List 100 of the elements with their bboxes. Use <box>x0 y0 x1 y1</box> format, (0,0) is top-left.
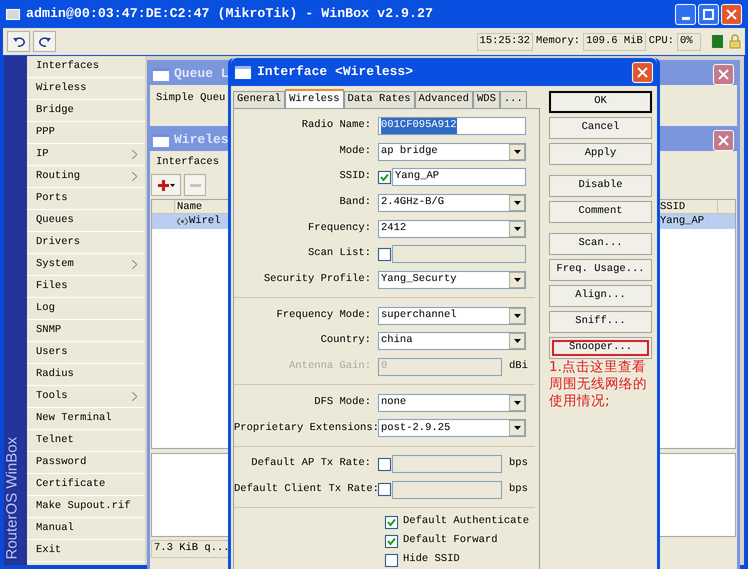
checkbox[interactable] <box>385 554 398 567</box>
dialog-button[interactable]: Freq. Usage... <box>549 259 652 281</box>
dropdown-arrow-button[interactable] <box>509 333 525 350</box>
dialog-button[interactable]: OK <box>549 91 652 113</box>
caret-icon <box>514 200 520 205</box>
field-label: Antenna Gain: <box>288 359 372 374</box>
status-indicator <box>712 35 723 48</box>
caret-icon <box>514 226 520 231</box>
dropdown-field[interactable]: china <box>378 332 526 350</box>
lock-icon <box>729 34 741 49</box>
dialog-button[interactable]: Comment <box>549 201 652 223</box>
tab[interactable]: WDS <box>472 91 500 108</box>
text-field[interactable]: Yang_AP <box>392 168 526 186</box>
text-field[interactable]: 001CF095A912 <box>378 116 526 135</box>
dialog-button[interactable]: Scan... <box>549 233 652 255</box>
close-button[interactable] <box>713 64 734 84</box>
window-title: Queue L <box>174 65 229 84</box>
dialog-button[interactable]: Sniff... <box>549 311 652 333</box>
dropdown-arrow-button[interactable] <box>509 420 525 436</box>
minus-icon <box>190 184 200 186</box>
dropdown-field[interactable]: 2.4GHz-B/G <box>378 194 526 212</box>
field-label: Proprietary Extensions: <box>234 420 378 436</box>
dropdown-arrow-button[interactable] <box>509 220 525 237</box>
checkbox-label: Default Forward <box>403 533 498 548</box>
field-label: Default AP Tx Rate: <box>250 456 372 472</box>
tab[interactable]: Simple Queu <box>154 91 228 107</box>
annotation-text: 1.点击这里查看周围无线网络的使用情况; <box>549 359 648 410</box>
dialog-button[interactable]: Align... <box>549 285 652 307</box>
tab[interactable]: Advanced <box>414 91 473 108</box>
plus-icon <box>158 180 168 190</box>
dialog-button[interactable]: Disable <box>549 175 652 197</box>
window-icon <box>153 134 169 146</box>
text-field[interactable] <box>392 480 502 499</box>
undo-icon <box>12 36 24 46</box>
tab[interactable]: Wireless <box>285 89 344 108</box>
dropdown-arrow-button[interactable] <box>509 272 525 288</box>
dropdown-arrow-button[interactable] <box>509 308 525 324</box>
field-label: Country: <box>320 333 372 348</box>
dropdown-field[interactable]: Yang_Securty <box>378 270 526 289</box>
maximize-button[interactable] <box>698 4 719 24</box>
checkbox-label: Hide SSID <box>403 552 460 568</box>
dialog-button[interactable]: Cancel <box>549 117 652 139</box>
caret-icon <box>514 426 520 430</box>
dialog-button[interactable]: Apply <box>549 143 652 165</box>
tab[interactable]: ... <box>500 91 527 108</box>
memory-label: Memory: <box>536 34 580 49</box>
unit-label: bps <box>509 456 528 472</box>
dropdown-arrow-button[interactable] <box>509 144 525 160</box>
checkbox[interactable] <box>378 458 391 471</box>
tab[interactable]: General <box>233 91 286 108</box>
checkbox[interactable] <box>385 516 398 529</box>
table-cell-text: Wirel <box>189 214 221 229</box>
window-title: Interface <Wireless> <box>257 63 414 82</box>
cpu-display: 0% <box>677 32 701 50</box>
field-label: Frequency Mode: <box>275 308 372 323</box>
caret-icon <box>514 339 520 344</box>
undo-button[interactable] <box>7 31 30 52</box>
window-title: Wireles <box>174 131 229 150</box>
close-icon <box>637 66 648 78</box>
caret-icon <box>170 184 174 186</box>
close-button[interactable] <box>713 130 734 150</box>
redo-button[interactable] <box>33 31 56 52</box>
add-button[interactable] <box>151 174 181 196</box>
field-label: Scan List: <box>306 246 372 262</box>
checkbox[interactable] <box>378 248 391 261</box>
dropdown-field[interactable]: ap bridge <box>378 142 526 161</box>
dialog-button[interactable]: Snooper... <box>549 337 652 359</box>
unit-label: dBi <box>509 359 528 374</box>
checkbox[interactable] <box>378 170 391 184</box>
close-icon <box>718 68 729 80</box>
dropdown-field[interactable]: superchannel <box>378 306 526 325</box>
clock-display: 15:25:32 <box>476 32 533 50</box>
close-button[interactable] <box>632 62 653 82</box>
field-label: Radio Name: <box>300 118 372 133</box>
app-icon <box>6 8 20 20</box>
unit-label: bps <box>509 482 528 497</box>
minimize-button[interactable] <box>675 4 696 24</box>
redo-icon <box>38 36 50 46</box>
dropdown-field[interactable]: post-2.9.25 <box>378 419 526 438</box>
cpu-label: CPU: <box>648 34 674 49</box>
dropdown-field[interactable]: 2412 <box>378 220 526 238</box>
maximize-icon <box>703 8 714 20</box>
checkbox[interactable] <box>378 483 391 496</box>
text-field[interactable] <box>392 245 526 264</box>
tab[interactable]: Data Rates <box>344 91 415 108</box>
close-icon <box>718 134 729 146</box>
caret-icon <box>514 400 520 405</box>
checkbox[interactable] <box>385 534 398 548</box>
field-label: Security Profile: <box>262 272 372 288</box>
field-label: Mode: <box>338 144 372 159</box>
field-label: SSID: <box>338 169 372 184</box>
field-label: Frequency: <box>306 220 372 236</box>
text-field[interactable] <box>392 455 502 474</box>
dropdown-arrow-button[interactable] <box>509 394 525 411</box>
window-icon <box>235 66 251 78</box>
close-button[interactable] <box>721 4 742 24</box>
memory-display: 109.6 MiB <box>583 32 646 50</box>
dropdown-arrow-button[interactable] <box>509 194 525 211</box>
dropdown-field[interactable]: none <box>378 394 526 412</box>
tab[interactable]: Interfaces <box>154 155 222 171</box>
